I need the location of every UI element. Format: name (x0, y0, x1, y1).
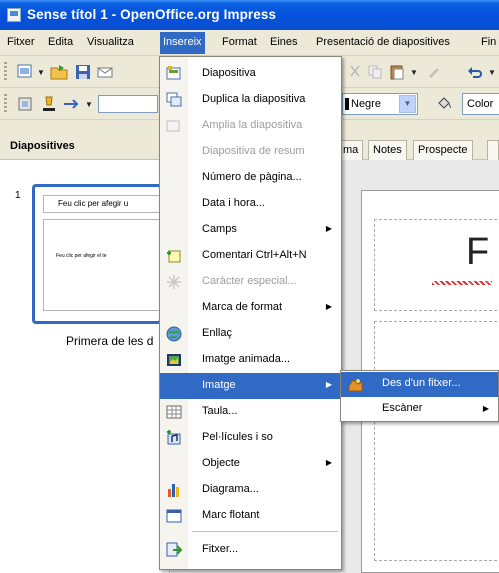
copy-icon (368, 65, 382, 79)
insert-file-icon (166, 542, 183, 557)
paste-icon[interactable] (388, 63, 406, 81)
title-bar: Sense títol 1 - OpenOffice.org Impress (0, 0, 499, 30)
hyperlink-icon (166, 326, 182, 342)
line-color-swatch (345, 98, 349, 110)
save-icon[interactable] (74, 63, 92, 81)
menu-item-comentari[interactable]: Comentari Ctrl+Alt+N (160, 243, 341, 269)
menu-item-resum: Diapositiva de resum (202, 145, 305, 157)
impress-app-icon[interactable] (7, 8, 21, 22)
undo-dropdown-icon[interactable]: ▼ (488, 68, 496, 77)
image-from-file-icon (348, 379, 363, 392)
cut-icon (350, 65, 360, 77)
menu-item-fitxer[interactable]: Fitxer... (160, 537, 341, 563)
line-style-icon[interactable] (40, 95, 58, 113)
menu-item-imatge-animada[interactable]: Imatge animada... (160, 347, 341, 373)
line-color-select[interactable]: Negre ▼ (342, 93, 418, 115)
submenu-arrow-icon: ▶ (325, 224, 332, 233)
slides-pane-title: Diapositives (10, 140, 75, 152)
tab-notes[interactable]: Notes (368, 140, 407, 160)
chevron-down-icon[interactable]: ▼ (399, 95, 416, 113)
menu-item-diagrama[interactable]: Diagrama... (160, 477, 341, 503)
menu-item-amplia: Amplia la diapositiva (160, 113, 341, 139)
thumb-title-placeholder: Feu clic per afegir u (43, 195, 161, 213)
line-style-field[interactable] (98, 95, 158, 113)
thumb-body-placeholder: Feu clic per afegir el te (43, 219, 161, 311)
area-style-icon[interactable] (16, 95, 34, 113)
menu-item-escaner[interactable]: Escàner ▶ (341, 397, 498, 422)
comment-icon (167, 250, 181, 263)
menu-separator (192, 531, 338, 532)
menu-item-enllac[interactable]: Enllaç (160, 321, 341, 347)
new-dropdown-icon[interactable]: ▼ (37, 68, 45, 77)
spellcheck-underline (432, 281, 492, 285)
menu-item-duplica[interactable]: Duplica la diapositiva (160, 87, 341, 113)
toolbar-grip[interactable] (4, 94, 7, 114)
format-paintbrush-icon (428, 67, 440, 79)
menu-item-des-dun-fitxer[interactable]: Des d'un fitxer... (341, 372, 498, 397)
window-title: Sense títol 1 - OpenOffice.org Impress (27, 7, 277, 22)
submenu-arrow-icon: ▶ (325, 458, 332, 467)
content-placeholder[interactable] (374, 321, 499, 561)
image-submenu: Des d'un fitxer... Escàner ▶ (340, 370, 499, 422)
table-icon (166, 405, 182, 419)
area-fill-select[interactable]: Color (462, 93, 499, 115)
submenu-arrow-icon: ▶ (325, 380, 332, 389)
floating-frame-icon (166, 509, 182, 523)
movie-sound-icon (167, 430, 181, 445)
open-folder-icon[interactable] (50, 63, 68, 81)
menu-item-imatge[interactable]: Imatge ▶ (160, 373, 341, 399)
line-color-value: Negre (351, 98, 381, 110)
tab-prospecte[interactable]: Prospecte (413, 140, 473, 160)
menu-item-objecte[interactable]: Objecte ▶ (160, 451, 341, 477)
menu-edita[interactable]: Edita (48, 36, 73, 48)
menu-presentacio[interactable]: Presentació de diapositives (316, 36, 450, 48)
menu-fitxer[interactable]: Fitxer (7, 36, 35, 48)
fill-bucket-icon[interactable] (435, 95, 453, 113)
special-character-icon (167, 275, 181, 289)
menu-item-marc-flotant[interactable]: Marc flotant (160, 503, 341, 529)
tab-diapositives[interactable] (487, 140, 499, 160)
menu-item-caracter-especial: Caràcter especial... (160, 269, 341, 295)
chart-icon (168, 484, 179, 497)
submenu-arrow-icon: ▶ (482, 404, 489, 413)
insert-menu: Diapositiva Duplica la diapositiva Ampli… (159, 56, 342, 570)
slide-caption: Primera de les d (66, 334, 154, 348)
menu-item-numero-pagina[interactable]: Número de pàgina... (160, 165, 341, 191)
slide-number: 1 (15, 190, 21, 201)
menu-insereix[interactable]: Insereix (160, 32, 205, 54)
slides-pane: Diapositives 1 Feu clic per afegir u Feu… (0, 120, 170, 573)
undo-icon[interactable] (466, 63, 484, 81)
new-document-icon[interactable] (16, 63, 34, 81)
toolbar-grip[interactable] (4, 62, 7, 82)
menu-item-taula[interactable]: Taula... (160, 399, 341, 425)
duplicate-slide-icon (166, 92, 182, 107)
email-icon[interactable] (96, 63, 114, 81)
arrow-dropdown-icon[interactable]: ▼ (85, 100, 93, 109)
menu-format[interactable]: Format (222, 36, 257, 48)
slide-thumbnail[interactable]: Feu clic per afegir u Feu clic per afegi… (32, 184, 162, 324)
new-slide-icon (166, 66, 181, 80)
menu-item-pellicules-so[interactable]: Pel·lícules i so (160, 425, 341, 451)
expand-slide-icon (166, 120, 180, 132)
menu-item-marca-format[interactable]: Marca de format ▶ (160, 295, 341, 321)
menu-item-data-hora[interactable]: Data i hora... (160, 191, 341, 217)
area-fill-value: Color (467, 98, 494, 110)
menu-finestra[interactable]: Fin (481, 36, 496, 48)
animated-image-icon (167, 354, 181, 366)
menu-item-diapositiva[interactable]: Diapositiva (160, 61, 341, 87)
arrow-style-icon[interactable] (62, 95, 80, 113)
slide-title-text: F (466, 231, 490, 273)
menu-eines[interactable]: Eines (270, 36, 298, 48)
menu-visualitza[interactable]: Visualitza (87, 36, 134, 48)
submenu-arrow-icon: ▶ (325, 302, 332, 311)
slides-pane-header: Diapositives (0, 120, 170, 160)
menu-bar: Fitxer Edita Visualitza Insereix Format … (0, 30, 499, 56)
paste-dropdown-icon[interactable]: ▼ (410, 68, 418, 77)
menu-item-camps[interactable]: Camps ▶ (160, 217, 341, 243)
